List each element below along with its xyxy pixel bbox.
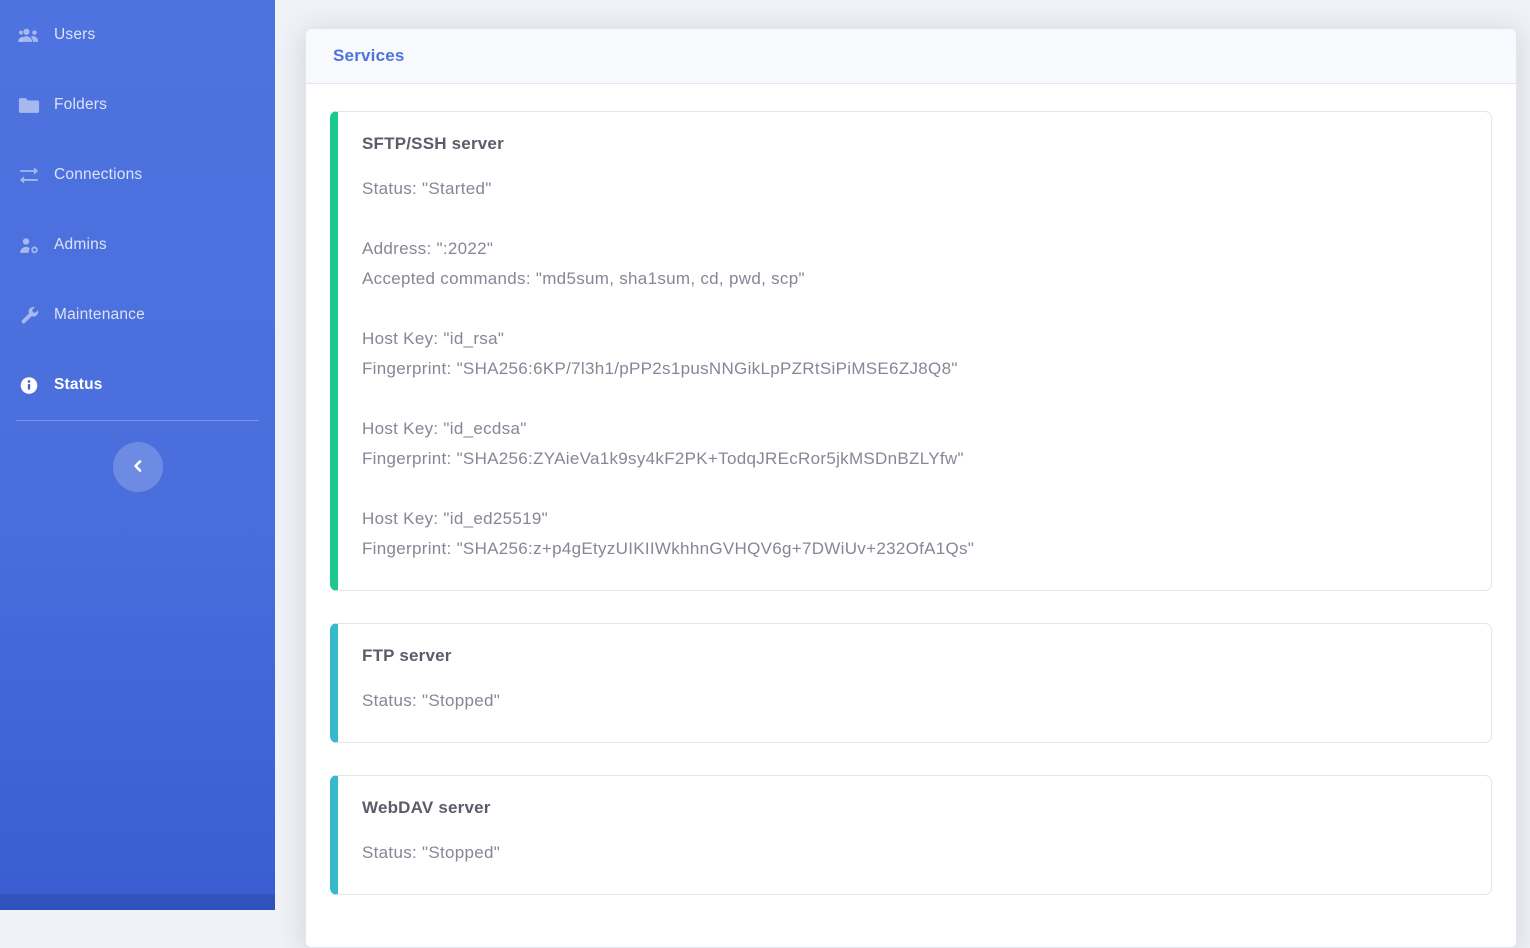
service-title: FTP server xyxy=(362,646,1467,666)
service-detail-paragraph: Host Key: "id_rsa"Fingerprint: "SHA256:6… xyxy=(362,324,1467,384)
sidebar-item-folders[interactable]: Folders xyxy=(0,70,275,140)
sidebar-item-users[interactable]: Users xyxy=(0,0,275,70)
sidebar-item-label: Maintenance xyxy=(54,306,145,324)
service-card: SFTP/SSH server Status: "Started" Address… xyxy=(330,111,1492,591)
sidebar-footer xyxy=(0,894,275,910)
sidebar-item-label: Folders xyxy=(54,96,107,114)
service-card: FTP server Status: "Stopped" xyxy=(330,623,1492,743)
sidebar-item-status[interactable]: Status xyxy=(0,350,275,420)
service-detail-line: Fingerprint: "SHA256:ZYAieVa1k9sy4kF2PK+… xyxy=(362,444,1467,474)
service-detail-line: Fingerprint: "SHA256:z+p4gEtyzUIKIIWkhhn… xyxy=(362,534,1467,564)
sidebar-item-connections[interactable]: Connections xyxy=(0,140,275,210)
users-icon xyxy=(16,24,42,46)
service-card: WebDAV server Status: "Stopped" xyxy=(330,775,1492,895)
service-detail-line: Status: "Stopped" xyxy=(362,686,1467,716)
sidebar: Users Folders Connections Admins Mainten… xyxy=(0,0,275,910)
service-detail-line: Host Key: "id_ed25519" xyxy=(362,504,1467,534)
sidebar-divider xyxy=(16,420,259,421)
service-detail-line: Host Key: "id_ecdsa" xyxy=(362,414,1467,444)
service-detail-paragraph: Status: "Stopped" xyxy=(362,686,1467,716)
service-detail-line: Address: ":2022" xyxy=(362,234,1467,264)
services-card-body: SFTP/SSH server Status: "Started" Address… xyxy=(306,84,1516,948)
sidebar-item-label: Users xyxy=(54,26,95,44)
service-detail-paragraph: Status: "Stopped" xyxy=(362,838,1467,868)
services-card: Services SFTP/SSH server Status: "Starte… xyxy=(305,28,1517,948)
sidebar-item-label: Status xyxy=(54,376,103,394)
service-detail-line: Status: "Stopped" xyxy=(362,838,1467,868)
service-title: SFTP/SSH server xyxy=(362,134,1467,154)
folder-icon xyxy=(16,94,42,116)
app-root: Users Folders Connections Admins Mainten… xyxy=(0,0,1530,910)
services-card-header: Services xyxy=(306,29,1516,84)
sidebar-collapse-button[interactable] xyxy=(113,442,163,492)
page-title: Services xyxy=(333,46,405,65)
service-detail-paragraph: Address: ":2022"Accepted commands: "md5s… xyxy=(362,234,1467,294)
sidebar-item-maintenance[interactable]: Maintenance xyxy=(0,280,275,350)
service-detail-line: Fingerprint: "SHA256:6KP/7l3h1/pPP2s1pus… xyxy=(362,354,1467,384)
sidebar-item-label: Connections xyxy=(54,166,142,184)
service-detail-line: Host Key: "id_rsa" xyxy=(362,324,1467,354)
service-details: Status: "Started" Address: ":2022"Accepte… xyxy=(362,174,1467,564)
sidebar-item-admins[interactable]: Admins xyxy=(0,210,275,280)
maintenance-icon xyxy=(16,304,42,326)
main-content: Services SFTP/SSH server Status: "Starte… xyxy=(275,0,1530,910)
chevron-left-icon xyxy=(128,456,148,479)
service-detail-paragraph: Host Key: "id_ed25519"Fingerprint: "SHA2… xyxy=(362,504,1467,564)
service-detail-line: Accepted commands: "md5sum, sha1sum, cd,… xyxy=(362,264,1467,294)
sidebar-nav: Users Folders Connections Admins Mainten… xyxy=(0,0,275,420)
service-title: WebDAV server xyxy=(362,798,1467,818)
service-details: Status: "Stopped" xyxy=(362,838,1467,868)
connections-icon xyxy=(16,164,42,186)
service-detail-paragraph: Host Key: "id_ecdsa"Fingerprint: "SHA256… xyxy=(362,414,1467,474)
service-detail-paragraph: Status: "Started" xyxy=(362,174,1467,204)
admins-icon xyxy=(16,234,42,256)
service-details: Status: "Stopped" xyxy=(362,686,1467,716)
service-detail-line: Status: "Started" xyxy=(362,174,1467,204)
sidebar-item-label: Admins xyxy=(54,236,107,254)
status-icon xyxy=(16,374,42,396)
